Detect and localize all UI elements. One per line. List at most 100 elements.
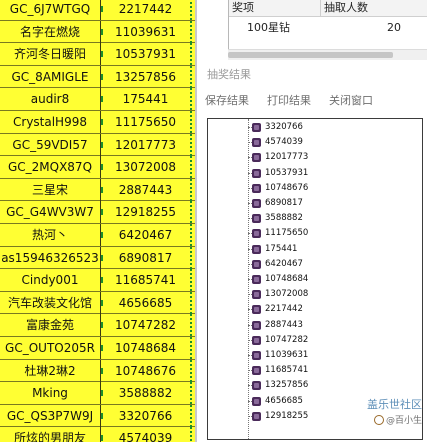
- cell-error-marker: [101, 390, 103, 397]
- user-id-cell[interactable]: 10748684: [102, 337, 189, 359]
- user-id-cell[interactable]: 4656685: [102, 292, 189, 314]
- username-cell[interactable]: GC_QS3P7W9J: [0, 404, 101, 427]
- sheet-row[interactable]: GC_6J7WTGQ 2217442: [0, 0, 196, 21]
- user-id-cell[interactable]: 3588882: [102, 382, 189, 404]
- username-cell[interactable]: CrystalH998: [0, 111, 101, 133]
- sheet-row[interactable]: GC_G4WV3W7 12918255: [0, 201, 196, 224]
- result-item[interactable]: 11685741: [208, 363, 422, 378]
- user-id-cell[interactable]: 13072008: [102, 156, 189, 178]
- username-cell[interactable]: 名字在燃烧: [0, 20, 101, 43]
- result-item[interactable]: 6420467: [208, 257, 422, 272]
- sheet-row[interactable]: GC_OUTO205R 10748684: [0, 337, 196, 360]
- username-cell[interactable]: GC_6J7WTGQ: [0, 0, 101, 20]
- result-item[interactable]: 10748684: [208, 272, 422, 287]
- result-id: 10537931: [265, 167, 309, 178]
- result-item[interactable]: 2887443: [208, 318, 422, 333]
- result-item[interactable]: 13072008: [208, 287, 422, 302]
- prize-column-header[interactable]: 奖项: [229, 0, 321, 17]
- user-id-cell[interactable]: 2217442: [102, 0, 189, 20]
- result-item[interactable]: 10747282: [208, 333, 422, 348]
- result-item[interactable]: 11175650: [208, 226, 422, 241]
- user-id-cell[interactable]: 10748676: [102, 360, 189, 382]
- username-cell[interactable]: GC_G4WV3W7: [0, 201, 101, 224]
- username-cell[interactable]: GC_59VDI57: [0, 133, 101, 156]
- cell-error-marker: [101, 164, 103, 171]
- selection-border: [190, 359, 194, 382]
- sheet-row[interactable]: 杜琳2琳2 10748676: [0, 359, 196, 383]
- sheet-row[interactable]: Mking 3588882: [0, 382, 196, 405]
- user-id-cell[interactable]: 12017773: [102, 134, 189, 156]
- username-cell[interactable]: 三星宋: [0, 178, 101, 201]
- username-cell[interactable]: 齐河冬日暖阳: [0, 43, 101, 66]
- sheet-row[interactable]: 所炫的男朋友 4574039: [0, 427, 196, 442]
- username-cell[interactable]: Mking: [0, 382, 101, 405]
- count-column-header[interactable]: 抽取人数: [321, 0, 427, 17]
- close-window-menu[interactable]: 关闭窗口: [329, 92, 373, 108]
- result-item[interactable]: 11039631: [208, 348, 422, 363]
- user-id-cell[interactable]: 13257856: [102, 66, 189, 88]
- username-cell[interactable]: 杜琳2琳2: [0, 359, 101, 382]
- user-id-cell[interactable]: 3320766: [102, 405, 189, 427]
- save-results-menu[interactable]: 保存结果: [205, 92, 249, 108]
- user-id-cell[interactable]: 2887443: [102, 179, 189, 201]
- watermark-author: @百小生: [385, 416, 422, 426]
- user-id-cell[interactable]: 11175650: [102, 111, 189, 133]
- cell-error-marker: [101, 51, 103, 58]
- watermark-logo-icon: [374, 415, 384, 425]
- result-item[interactable]: 3588882: [208, 211, 422, 226]
- cell-error-marker: [101, 345, 103, 351]
- results-tree-list[interactable]: 3320766 4574039 12017773 10537931 10748676 68…: [207, 118, 423, 440]
- username-cell[interactable]: GC_2MQX87Q: [0, 156, 101, 179]
- result-item[interactable]: 13257856: [208, 378, 422, 393]
- user-id-cell[interactable]: 6890817: [102, 247, 189, 269]
- user-id-cell[interactable]: 10537931: [102, 43, 189, 65]
- user-id-cell[interactable]: 10747282: [102, 314, 189, 336]
- result-id: 10747282: [265, 334, 309, 345]
- sheet-row[interactable]: GC_59VDI57 12017773: [0, 133, 196, 157]
- username-cell[interactable]: 汽车改装文化馆: [0, 291, 101, 314]
- username-cell[interactable]: 热河丶: [0, 224, 101, 246]
- result-item[interactable]: 12017773: [208, 150, 422, 165]
- result-item[interactable]: 10748676: [208, 181, 422, 196]
- sheet-row[interactable]: audir8 175441: [0, 88, 196, 111]
- sheet-row[interactable]: Cindy001 11685741: [0, 269, 196, 292]
- user-id-cell[interactable]: 4574039: [102, 427, 189, 442]
- selection-border: [190, 269, 194, 292]
- user-id-cell[interactable]: 11039631: [102, 21, 189, 43]
- sheet-row[interactable]: 汽车改装文化馆 4656685: [0, 291, 196, 315]
- sheet-row[interactable]: GC_2MQX87Q 13072008: [0, 156, 196, 179]
- scrollbar-thumb[interactable]: [228, 52, 393, 58]
- sheet-row[interactable]: 热河丶 6420467: [0, 224, 196, 247]
- sheet-row[interactable]: 三星宋 2887443: [0, 178, 196, 202]
- sheet-row[interactable]: GC_8AMIGLE 13257856: [0, 65, 196, 89]
- username-cell[interactable]: GC_8AMIGLE: [0, 65, 101, 88]
- username-cell[interactable]: as15946326523: [0, 246, 101, 269]
- result-item[interactable]: 175441: [208, 242, 422, 257]
- user-id-cell[interactable]: 11685741: [102, 269, 189, 291]
- selection-border: [190, 314, 194, 337]
- sheet-row[interactable]: as15946326523 6890817: [0, 246, 196, 270]
- result-item[interactable]: 6890817: [208, 196, 422, 211]
- sheet-row[interactable]: GC_QS3P7W9J 3320766: [0, 404, 196, 428]
- selection-border: [190, 0, 194, 20]
- print-results-menu[interactable]: 打印结果: [267, 92, 311, 108]
- sheet-row[interactable]: 名字在燃烧 11039631: [0, 20, 196, 44]
- result-item[interactable]: 4574039: [208, 135, 422, 150]
- sheet-row[interactable]: 齐河冬日暖阳 10537931: [0, 43, 196, 66]
- username-cell[interactable]: audir8: [0, 88, 101, 111]
- sheet-row[interactable]: CrystalH998 11175650: [0, 111, 196, 134]
- username-cell[interactable]: Cindy001: [0, 269, 101, 292]
- username-cell[interactable]: 富康金苑: [0, 314, 101, 337]
- result-item[interactable]: 10537931: [208, 166, 422, 181]
- tree-node-icon: [252, 290, 261, 300]
- result-item[interactable]: 3320766: [208, 120, 422, 135]
- username-cell[interactable]: GC_OUTO205R: [0, 337, 101, 359]
- result-id: 6890817: [265, 198, 303, 208]
- username-cell[interactable]: 所炫的男朋友: [0, 427, 101, 442]
- user-id-cell[interactable]: 175441: [102, 88, 189, 110]
- user-id-cell[interactable]: 6420467: [102, 224, 189, 246]
- user-id-cell[interactable]: 12918255: [102, 201, 189, 223]
- sheet-row[interactable]: 富康金苑 10747282: [0, 314, 196, 337]
- prize-table-scrollbar[interactable]: [228, 49, 427, 60]
- result-item[interactable]: 2217442: [208, 302, 422, 317]
